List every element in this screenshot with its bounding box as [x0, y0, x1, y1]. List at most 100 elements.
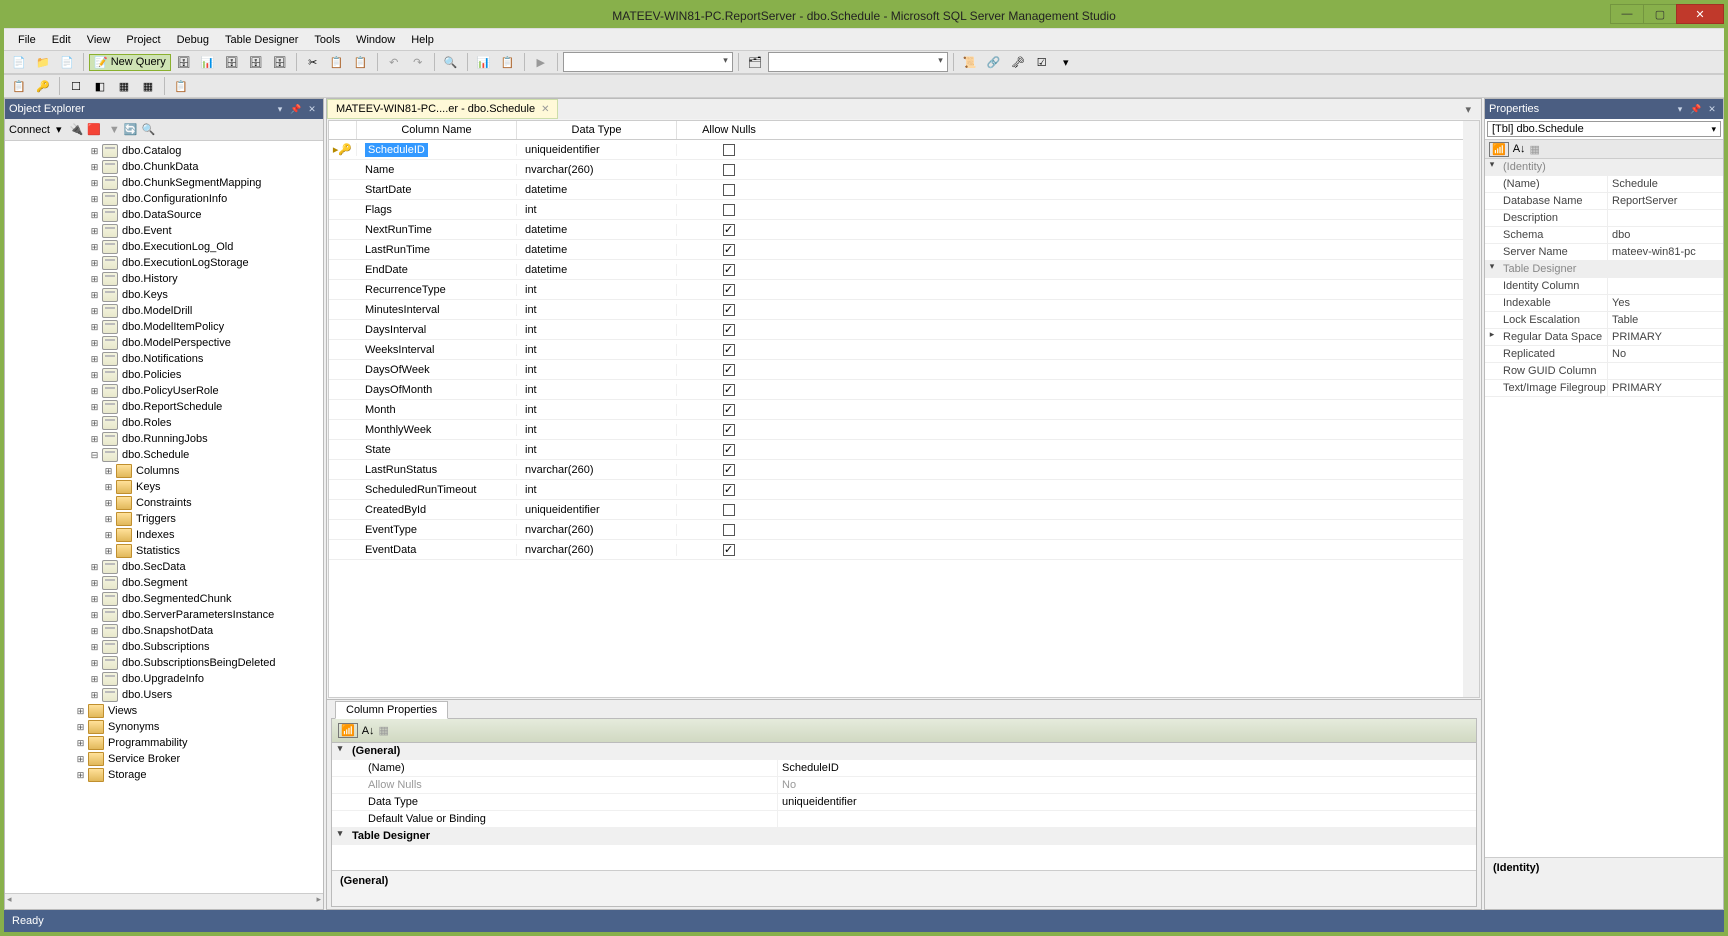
allow-nulls-checkbox[interactable]	[723, 204, 735, 216]
tool-db-engine-icon[interactable]: 🗄	[173, 52, 195, 72]
header-column-name[interactable]: Column Name	[357, 121, 517, 139]
table-row[interactable]: StartDatedatetime	[329, 180, 1463, 200]
property-pages-icon[interactable]: ▦	[1530, 143, 1540, 156]
designer-grid[interactable]: ▸🔑ScheduleIDuniqueidentifierNamenvarchar…	[329, 140, 1463, 697]
allow-nulls-checkbox[interactable]	[723, 524, 735, 536]
tool-analysis-icon[interactable]: 📊	[197, 52, 219, 72]
expand-icon[interactable]: ⊞	[75, 770, 86, 781]
data-type-cell[interactable]: nvarchar(260)	[517, 464, 677, 476]
property-row[interactable]: (Name)Schedule	[1485, 176, 1723, 193]
tree-item[interactable]: ⊞dbo.PolicyUserRole	[5, 383, 323, 399]
table-row[interactable]: Monthint	[329, 400, 1463, 420]
expand-icon[interactable]: ⊞	[89, 178, 100, 189]
tree-item[interactable]: ⊞dbo.ExecutionLog_Old	[5, 239, 323, 255]
tree-item[interactable]: ⊞dbo.ReportSchedule	[5, 399, 323, 415]
tree-item[interactable]: ⊞dbo.SecData	[5, 559, 323, 575]
expand-icon[interactable]: ⊞	[89, 210, 100, 221]
column-name-cell[interactable]: DaysInterval	[357, 324, 517, 336]
allow-nulls-checkbox[interactable]	[723, 344, 735, 356]
tree-item[interactable]: ⊞dbo.ChunkSegmentMapping	[5, 175, 323, 191]
column-name-cell[interactable]: Flags	[357, 204, 517, 216]
data-type-cell[interactable]: datetime	[517, 184, 677, 196]
tree-item[interactable]: ⊞dbo.Notifications	[5, 351, 323, 367]
data-type-cell[interactable]: datetime	[517, 264, 677, 276]
expand-icon[interactable]: ⊞	[89, 338, 100, 349]
expand-icon[interactable]: ⊞	[89, 146, 100, 157]
allow-nulls-checkbox[interactable]	[723, 144, 735, 156]
expand-icon[interactable]: ⊞	[75, 722, 86, 733]
property-row[interactable]: ▾Table Designer	[332, 828, 1476, 845]
tool-copy-icon[interactable]: 📋	[326, 52, 348, 72]
menu-window[interactable]: Window	[350, 32, 401, 48]
header-allow-nulls[interactable]: Allow Nulls	[677, 121, 781, 139]
property-row[interactable]: Lock EscalationTable	[1485, 312, 1723, 329]
expand-icon[interactable]: ⊞	[89, 674, 100, 685]
tool-relationships-icon[interactable]: 🔗	[983, 52, 1005, 72]
property-row[interactable]: Identity Column	[1485, 278, 1723, 295]
refresh-icon[interactable]: 🔄	[124, 123, 138, 136]
expand-icon[interactable]: ⊞	[103, 498, 114, 509]
expand-icon[interactable]: ⊞	[89, 626, 100, 637]
tree-item[interactable]: ⊞dbo.Roles	[5, 415, 323, 431]
tool-generate-script-icon[interactable]: 📜	[959, 52, 981, 72]
data-type-cell[interactable]: int	[517, 344, 677, 356]
tree-item[interactable]: ⊞dbo.Segment	[5, 575, 323, 591]
data-type-cell[interactable]: int	[517, 304, 677, 316]
table-row[interactable]: CreatedByIduniqueidentifier	[329, 500, 1463, 520]
allow-nulls-checkbox[interactable]	[723, 464, 735, 476]
dropdown-icon[interactable]: ▾	[273, 102, 287, 116]
data-type-cell[interactable]: int	[517, 324, 677, 336]
column-properties-tab[interactable]: Column Properties	[335, 701, 448, 719]
expand-icon[interactable]: ⊞	[103, 530, 114, 541]
tool-more-icon[interactable]: ▾	[1055, 52, 1077, 72]
table-row[interactable]: EventTypenvarchar(260)	[329, 520, 1463, 540]
column-name-cell[interactable]: Month	[357, 404, 517, 416]
tool-cut-icon[interactable]: ✂	[302, 52, 324, 72]
expand-icon[interactable]: ⊞	[89, 658, 100, 669]
properties-selected-object[interactable]: [Tbl] dbo.Schedule	[1487, 121, 1721, 137]
tool-redo-icon[interactable]: ↷	[407, 52, 429, 72]
tree-item[interactable]: ⊞Constraints	[5, 495, 323, 511]
property-row[interactable]: Schemadbo	[1485, 227, 1723, 244]
allow-nulls-checkbox[interactable]	[723, 284, 735, 296]
allow-nulls-checkbox[interactable]	[723, 504, 735, 516]
menu-help[interactable]: Help	[405, 32, 440, 48]
tool-registered-servers-icon[interactable]: 🗂	[744, 52, 766, 72]
tree-item[interactable]: ⊞dbo.DataSource	[5, 207, 323, 223]
disconnect-icon[interactable]: 🔌	[70, 123, 84, 136]
table-row[interactable]: RecurrenceTypeint	[329, 280, 1463, 300]
column-properties-grid[interactable]: ▾(General)(Name)ScheduleIDAllow NullsNoD…	[332, 743, 1476, 870]
tool-mdx-icon[interactable]: 🗄	[221, 52, 243, 72]
expand-icon[interactable]: ⊞	[89, 274, 100, 285]
tool-view-icon[interactable]: ▦	[137, 76, 159, 96]
tool-nav-icon[interactable]: 🔍	[440, 52, 462, 72]
property-row[interactable]: ▾(General)	[332, 743, 1476, 760]
expand-icon[interactable]: ⊞	[89, 194, 100, 205]
stop-icon[interactable]: 🟥	[87, 123, 101, 136]
tree-item[interactable]: ⊞dbo.ModelPerspective	[5, 335, 323, 351]
expand-icon[interactable]: ⊞	[89, 642, 100, 653]
tree-item[interactable]: ⊞dbo.ServerParametersInstance	[5, 607, 323, 623]
column-name-cell[interactable]: State	[357, 444, 517, 456]
expand-icon[interactable]: ⊞	[75, 706, 86, 717]
property-row[interactable]: Server Namemateev-win81-pc	[1485, 244, 1723, 261]
search-icon[interactable]: 🔍	[142, 123, 156, 136]
allow-nulls-checkbox[interactable]	[723, 364, 735, 376]
tree-item[interactable]: ⊞dbo.Keys	[5, 287, 323, 303]
column-name-cell[interactable]: RecurrenceType	[357, 284, 517, 296]
dropdown-icon[interactable]: ▾	[1673, 102, 1687, 116]
close-pane-icon[interactable]: ✕	[305, 102, 319, 116]
property-row[interactable]: Text/Image FilegroupPRIMARY	[1485, 380, 1723, 397]
tree-item[interactable]: ⊞dbo.Subscriptions	[5, 639, 323, 655]
expand-icon[interactable]: ⊞	[89, 226, 100, 237]
column-name-cell[interactable]: LastRunTime	[357, 244, 517, 256]
menu-project[interactable]: Project	[120, 32, 166, 48]
expand-icon[interactable]: ⊞	[75, 738, 86, 749]
data-type-cell[interactable]: int	[517, 384, 677, 396]
allow-nulls-checkbox[interactable]	[723, 164, 735, 176]
column-name-cell[interactable]: LastRunStatus	[357, 464, 517, 476]
expand-icon[interactable]: ⊞	[89, 610, 100, 621]
categorized-icon[interactable]: 📶	[338, 723, 358, 738]
table-row[interactable]: MinutesIntervalint	[329, 300, 1463, 320]
header-data-type[interactable]: Data Type	[517, 121, 677, 139]
